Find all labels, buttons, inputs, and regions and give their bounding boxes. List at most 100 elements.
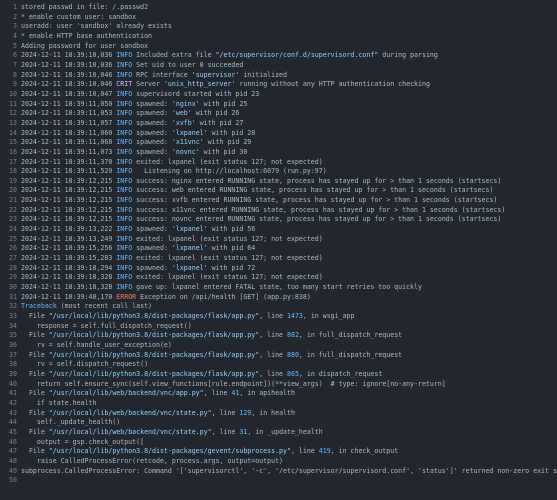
code-line: 25 2024-12-11 18:39:13,249 INFO exited: l… [0, 235, 557, 245]
code-token: , in dispatch_request [298, 369, 383, 378]
code-token: 2024-12-11 18:39:11,050 [21, 99, 117, 108]
code-token: "/usr/local/lib/python3.8/dist-packages/… [48, 331, 260, 340]
code-token: , in apihealth [239, 389, 295, 398]
code-token: 'xvfb' [171, 118, 196, 127]
code-token: 2024-12-11 18:39:18,328 [21, 283, 117, 292]
line-number: 10 [9, 89, 17, 98]
code-token: success: xvfb entered RUNNING state, pro… [132, 196, 498, 205]
code-token: File [21, 369, 49, 378]
code-line: 50 [0, 476, 557, 486]
line-content: output = gsp.check_output([ [21, 438, 557, 448]
line-number: 17 [9, 157, 17, 166]
line-number: 46 [9, 437, 17, 446]
line-content: * enable custom user: sandbox [21, 13, 557, 23]
code-token: 2024-12-11 18:39:11,073 [21, 147, 117, 156]
code-token: CRIT [116, 80, 133, 89]
line-number: 33 [9, 312, 17, 320]
code-token: "/usr/local/lib/python3.8/dist-packages/… [48, 447, 291, 456]
code-token: 'lxpanel' [171, 244, 208, 253]
code-token: 2024-12-11 18:39:40,170 [21, 292, 117, 301]
line-number: 40 [9, 379, 17, 388]
line-content: stored passwd in file: /.passwd2 [21, 3, 557, 13]
code-line: 22 2024-12-11 18:39:12,215 INFO success: … [0, 206, 557, 216]
line-number: 43 [9, 408, 17, 417]
code-line: 35 File "/usr/local/lib/python3.8/dist-p… [0, 331, 557, 341]
code-token: 2024-12-11 18:39:12,215 [21, 215, 117, 224]
line-number: 38 [9, 360, 17, 369]
code-token: success: nginx entered RUNNING state, pr… [132, 176, 502, 185]
code-line: 16 2024-12-11 18:39:11,073 INFO spawned: … [0, 148, 557, 158]
line-content: 2024-12-11 18:39:12,215 INFO success: no… [21, 215, 557, 225]
line-content: if state.health [21, 399, 557, 409]
line-number: 24 [9, 225, 17, 234]
code-token: with pid 27 [195, 118, 244, 127]
code-token: 880 [287, 350, 299, 359]
line-number: 39 [9, 369, 17, 378]
code-viewer[interactable]: 1 stored passwd in file: /.passwd2 2 * enab… [0, 0, 557, 500]
line-content: response = self.full_dispatch_request() [21, 322, 557, 332]
line-content: 2024-12-11 18:39:10,047 INFO supervisord… [21, 90, 557, 100]
line-number: 14 [9, 128, 17, 137]
code-token: with pid 30 [199, 147, 248, 156]
code-line: 37 File "/usr/local/lib/python3.8/dist-p… [0, 351, 557, 361]
code-token: , in full_dispatch_request [298, 331, 403, 340]
code-line: 39 File "/usr/local/lib/python3.8/dist-p… [0, 370, 557, 380]
code-line: 21 2024-12-11 18:39:12,215 INFO success: … [0, 196, 557, 206]
line-number: 19 [9, 176, 17, 185]
code-token: INFO [116, 89, 133, 98]
code-token: 2024-12-11 18:39:18,328 [21, 273, 117, 282]
code-token: INFO [116, 254, 133, 263]
code-token: spawned: [132, 138, 172, 147]
code-token: 2024-12-11 18:39:11,370 [21, 157, 117, 166]
line-number: 2 [13, 12, 17, 21]
code-token: 2024-12-11 18:39:11,053 [21, 109, 117, 118]
code-line: 34 response = self.full_dispatch_request… [0, 322, 557, 332]
code-token: , in check_output [330, 447, 399, 456]
code-token: success: web entered RUNNING state, proc… [132, 186, 494, 195]
code-line: 43 File "/usr/local/lib/web/backend/vnc/… [0, 409, 557, 419]
code-token: with pid 56 [207, 225, 256, 234]
code-token: File [21, 331, 49, 340]
line-number: 15 [9, 138, 17, 147]
line-number: 29 [9, 273, 17, 282]
code-token: 1473 [287, 312, 303, 320]
code-token: * enable custom user: sandbox [21, 12, 137, 21]
code-token: File [21, 427, 49, 436]
code-token: "/usr/local/lib/python3.8/dist-packages/… [48, 350, 260, 359]
code-token: INFO [116, 234, 133, 243]
code-token: INFO [116, 70, 133, 79]
code-token: 882 [287, 331, 299, 340]
code-line: 48 raise CalledProcessError(retcode, pro… [0, 457, 557, 467]
code-token: , in health [251, 408, 295, 417]
line-number: 48 [9, 456, 17, 465]
line-content: * enable HTTP base authentication [21, 32, 557, 42]
line-number: 12 [9, 109, 17, 118]
code-token: "/usr/local/lib/web/backend/vnc/state.py… [48, 408, 212, 417]
line-number: 36 [9, 340, 17, 349]
code-token: 2024-12-11 18:39:13,249 [21, 234, 117, 243]
code-token: INFO [116, 157, 133, 166]
code-token: rv = self.handle_user_exception(e) [21, 340, 172, 349]
code-token: INFO [116, 205, 133, 214]
code-token: exited: lxpanel (exit status 127; not ex… [132, 234, 323, 243]
code-token: INFO [116, 118, 133, 127]
code-token: File [21, 408, 49, 417]
line-number: 6 [13, 51, 17, 60]
line-content: File "/usr/local/lib/web/backend/vnc/sta… [21, 428, 557, 438]
code-line: 20 2024-12-11 18:39:12,215 INFO success: … [0, 186, 557, 196]
code-token: Server [132, 80, 164, 89]
code-token: INFO [116, 176, 133, 185]
code-line: 40 return self.ensure_sync(self.view_fun… [0, 380, 557, 390]
code-token: INFO [116, 263, 133, 272]
code-token: initialized [239, 70, 287, 79]
code-line: 24 2024-12-11 18:39:13,222 INFO spawned: … [0, 225, 557, 235]
line-number: 25 [9, 234, 17, 243]
code-token: INFO [116, 167, 133, 176]
line-number: 3 [13, 22, 17, 31]
code-token: , line [259, 312, 287, 320]
code-token: 2024-12-11 18:39:10,047 [21, 89, 117, 98]
code-token: 'nginx' [171, 99, 200, 108]
line-number: 28 [9, 263, 17, 272]
code-token: spawned: [132, 244, 172, 253]
code-token: 2024-12-11 18:39:13,222 [21, 225, 117, 234]
